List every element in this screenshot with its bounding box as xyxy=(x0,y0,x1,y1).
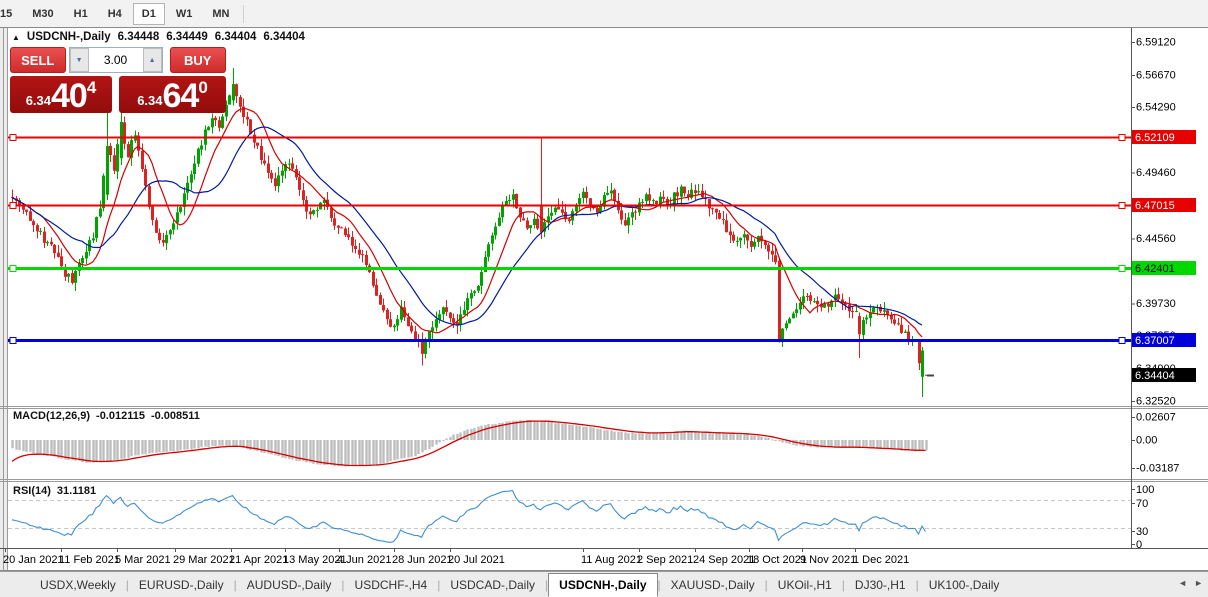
svg-text:29 Mar 2021: 29 Mar 2021 xyxy=(173,554,235,566)
rsi-value: 31.1181 xyxy=(56,485,97,497)
volume-increase-icon[interactable]: ▲ xyxy=(142,48,162,72)
line-anchor-handle[interactable] xyxy=(1118,265,1126,272)
time-axis-labels: 20 Jan 202111 Feb 20215 Mar 2021 29 Mar 2… xyxy=(3,548,909,566)
svg-text:6.37007: 6.37007 xyxy=(1135,335,1175,347)
sell-price-panel[interactable]: 6.34 40 4 xyxy=(10,76,112,113)
svg-text:11 Aug 2021: 11 Aug 2021 xyxy=(581,554,642,566)
svg-text:0.00: 0.00 xyxy=(1136,435,1157,447)
price-axis-labels: 6.591206.566706.542906.518406.494606.470… xyxy=(1131,37,1196,407)
candles-layer xyxy=(11,67,928,398)
svg-text:18 Oct 2021: 18 Oct 2021 xyxy=(747,554,807,566)
line-anchor-handle[interactable] xyxy=(1118,337,1126,344)
svg-text:6.39730: 6.39730 xyxy=(1136,298,1176,310)
svg-text:6.42401: 6.42401 xyxy=(1135,263,1175,275)
volume-spinner: ▼ ▲ xyxy=(68,47,163,73)
tab-usdcad-daily[interactable]: USDCAD-,Daily xyxy=(440,574,545,596)
sell-price-pips: 40 xyxy=(51,76,88,115)
svg-text:6.56670: 6.56670 xyxy=(1136,70,1176,82)
svg-text:-0.03187: -0.03187 xyxy=(1136,463,1179,475)
line-anchor-handle[interactable] xyxy=(9,202,17,209)
buy-price-point: 0 xyxy=(198,78,208,97)
svg-text:0.02607: 0.02607 xyxy=(1136,412,1176,424)
tab-ukoil-h1[interactable]: UKOil-,H1 xyxy=(768,574,842,596)
svg-text:100: 100 xyxy=(1136,484,1154,496)
svg-text:9 Nov 2021: 9 Nov 2021 xyxy=(800,554,856,566)
buy-price-panel[interactable]: 6.34 64 0 xyxy=(119,76,226,113)
svg-text:11 Feb 2021: 11 Feb 2021 xyxy=(59,554,120,566)
rsi-name: RSI(14) xyxy=(13,485,51,497)
tab-audusd-daily[interactable]: AUDUSD-,Daily xyxy=(237,574,342,596)
svg-text:6.54290: 6.54290 xyxy=(1136,102,1176,114)
rsi-indicator-label: RSI(14) 31.1181 xyxy=(13,485,96,497)
chart-tabs: USDX,Weekly | EURUSD-,Daily | AUDUSD-,Daily |… xyxy=(30,573,1009,597)
tab-usdcnh-daily[interactable]: USDCNH-,Daily xyxy=(548,573,658,597)
sell-button[interactable]: SELL xyxy=(10,47,66,73)
price-lines-layer xyxy=(8,134,1131,377)
svg-text:1 Dec 2021: 1 Dec 2021 xyxy=(853,554,909,566)
chart-tab-bar: USDX,Weekly | EURUSD-,Daily | AUDUSD-,Daily |… xyxy=(0,571,1208,597)
line-anchor-handle[interactable] xyxy=(1118,134,1126,141)
tab-usdchf-h4[interactable]: USDCHF-,H4 xyxy=(345,574,438,596)
svg-text:6.59120: 6.59120 xyxy=(1136,37,1176,49)
volume-decrease-icon[interactable]: ▼ xyxy=(69,48,89,72)
svg-text:0: 0 xyxy=(1136,539,1142,551)
tab-dj30-h1[interactable]: DJ30-,H1 xyxy=(845,574,916,596)
svg-text:30: 30 xyxy=(1136,526,1148,538)
line-anchor-handle[interactable] xyxy=(9,134,17,141)
svg-text:6.34404: 6.34404 xyxy=(1135,370,1175,382)
one-click-trading-widget: SELL ▼ ▲ BUY 6.34 40 4 6.34 64 0 xyxy=(10,47,226,113)
macd-value: -0.012115 xyxy=(96,410,145,422)
macd-name: MACD(12,26,9) xyxy=(13,410,91,422)
svg-text:6.47015: 6.47015 xyxy=(1135,200,1175,212)
trading-terminal-window: 15M30H1H4D1W1MN 6.591206.566706.542906.5… xyxy=(0,0,1208,597)
chart-symbol-title: USDCNH-,Daily xyxy=(26,31,111,43)
tab-uk100-daily[interactable]: UK100-,Daily xyxy=(919,574,1010,596)
buy-button[interactable]: BUY xyxy=(169,47,226,73)
svg-text:28 Jun 2021: 28 Jun 2021 xyxy=(392,554,453,566)
volume-input[interactable] xyxy=(88,48,143,72)
svg-text:70: 70 xyxy=(1136,498,1148,510)
svg-text:2 Sep 2021: 2 Sep 2021 xyxy=(637,554,693,566)
buy-price-base: 6.34 xyxy=(137,93,163,108)
tab-scroll-left-icon[interactable]: ◄ xyxy=(1178,578,1187,588)
svg-text:21 Apr 2021: 21 Apr 2021 xyxy=(229,554,288,566)
collapse-one-click-icon[interactable]: ▲ xyxy=(12,33,20,42)
tab-usdx-weekly[interactable]: USDX,Weekly xyxy=(30,574,126,596)
svg-text:6.32520: 6.32520 xyxy=(1136,395,1176,407)
svg-text:6.49460: 6.49460 xyxy=(1136,167,1176,179)
tab-scroll-right-icon[interactable]: ► xyxy=(1194,578,1203,588)
tab-eurusd-daily[interactable]: EURUSD-,Daily xyxy=(129,574,234,596)
sell-price-base: 6.34 xyxy=(25,93,51,108)
svg-text:20 Jul 2021: 20 Jul 2021 xyxy=(448,554,505,566)
svg-text:5 Mar 2021: 5 Mar 2021 xyxy=(115,554,171,566)
macd-signal-value: -0.008511 xyxy=(150,410,200,422)
macd-indicator-label: MACD(12,26,9) -0.012115 -0.008511 xyxy=(13,410,200,422)
ohlc-open: 6.34448 xyxy=(117,31,160,43)
chart-header: ▲ USDCNH-,Daily 6.34448 6.34449 6.34404 … xyxy=(12,31,305,43)
svg-text:4 Jun 2021: 4 Jun 2021 xyxy=(337,554,391,566)
svg-text:20 Jan 2021: 20 Jan 2021 xyxy=(3,554,64,566)
svg-text:6.44560: 6.44560 xyxy=(1136,233,1176,245)
tab-xauusd-daily[interactable]: XAUUSD-,Daily xyxy=(661,574,765,596)
buy-price-pips: 64 xyxy=(162,76,200,115)
ohlc-close: 6.34404 xyxy=(263,31,305,43)
tab-scroll-controls: ◄ ► xyxy=(1178,578,1203,588)
rsi-panel xyxy=(8,489,1131,543)
sell-price-point: 4 xyxy=(86,78,97,97)
ohlc-low: 6.34404 xyxy=(214,31,257,43)
line-anchor-handle[interactable] xyxy=(1118,202,1126,209)
macd-panel xyxy=(11,419,928,467)
rsi-line xyxy=(11,489,926,543)
svg-text:6.52109: 6.52109 xyxy=(1135,132,1175,144)
ohlc-high: 6.34449 xyxy=(166,31,208,43)
line-anchor-handle[interactable] xyxy=(9,337,17,344)
line-anchor-handle[interactable] xyxy=(9,265,17,272)
